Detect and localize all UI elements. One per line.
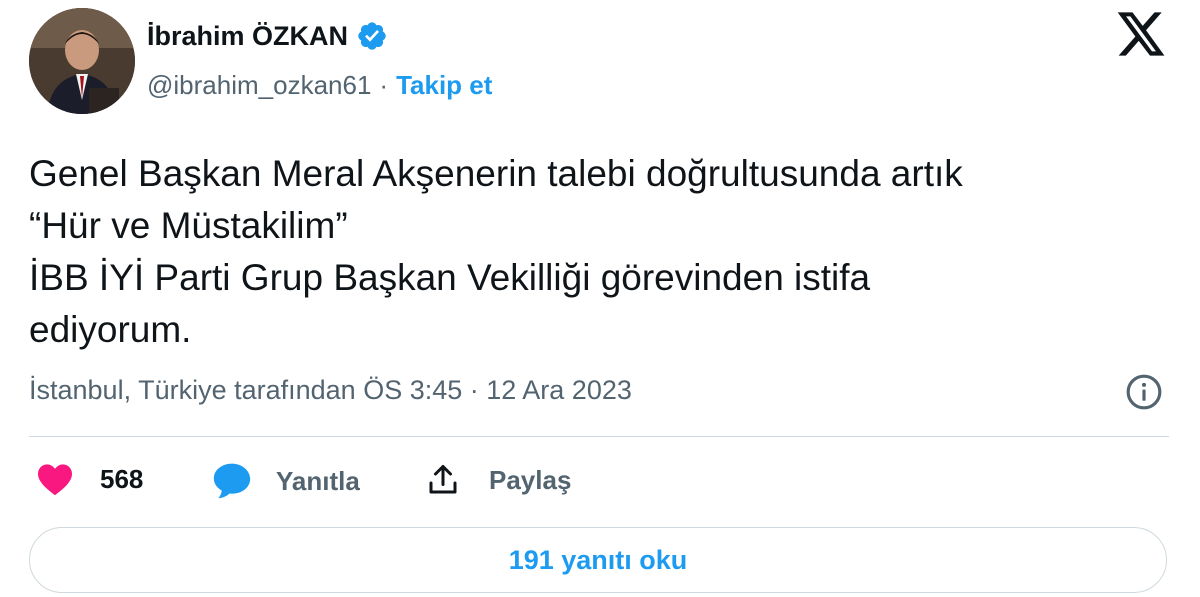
separator-dot: · xyxy=(379,70,389,100)
reply-button[interactable]: Yanıtla xyxy=(212,462,360,500)
author-handle-row: @ibrahim_ozkan61 · Takip et xyxy=(147,70,492,101)
share-button[interactable]: Paylaş xyxy=(425,462,571,498)
tweet-text-line: ediyorum. xyxy=(29,309,192,350)
avatar-image xyxy=(29,8,135,114)
author-avatar[interactable] xyxy=(29,8,135,114)
verified-badge-icon xyxy=(358,22,386,50)
tweet-text: Genel Başkan Meral Akşenerin talebi doğr… xyxy=(29,148,1169,356)
read-replies-button[interactable]: 191 yanıtı oku xyxy=(29,527,1167,593)
heart-icon xyxy=(38,464,72,496)
like-count: 568 xyxy=(100,463,144,494)
share-label: Paylaş xyxy=(489,464,572,495)
speech-bubble-icon xyxy=(213,463,251,499)
info-icon[interactable] xyxy=(1125,373,1163,411)
tweet-text-line: Genel Başkan Meral Akşenerin talebi doğr… xyxy=(29,153,963,194)
follow-button[interactable]: Takip et xyxy=(396,70,492,101)
author-name[interactable]: İbrahim ÖZKAN xyxy=(147,21,348,52)
x-logo-icon[interactable] xyxy=(1115,10,1167,58)
like-button[interactable]: 568 xyxy=(36,462,143,496)
tweet-timestamp[interactable]: İstanbul, Türkiye tarafından ÖS 3:45 · 1… xyxy=(29,375,632,406)
author-name-row[interactable]: İbrahim ÖZKAN xyxy=(147,20,388,52)
author-handle[interactable]: @ibrahim_ozkan61 xyxy=(147,70,371,101)
reply-label: Yanıtla xyxy=(276,465,360,496)
share-upload-icon xyxy=(429,465,457,494)
divider xyxy=(29,436,1169,437)
tweet-text-line: “Hür ve Müstakilim” xyxy=(29,205,348,246)
tweet-text-line: İBB İYİ Parti Grup Başkan Vekilliği göre… xyxy=(29,257,871,298)
tweet-embed-card: İbrahim ÖZKAN @ibrahim_ozkan61 · Takip e… xyxy=(0,0,1200,597)
